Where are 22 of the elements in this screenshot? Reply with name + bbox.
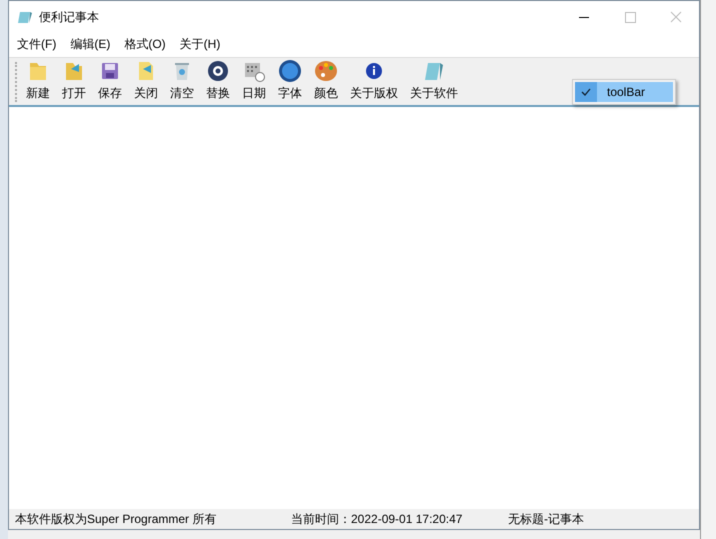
toolbar-button[interactable]: 关于软件 — [404, 59, 464, 105]
status-text: 无标题-记事本 — [508, 510, 584, 528]
window-title: 便利记事本 — [39, 8, 99, 26]
menu-item[interactable]: 格式(O) — [118, 36, 174, 52]
menu-item[interactable]: 文件(F) — [11, 36, 64, 52]
toolbar-button[interactable]: 替换 — [200, 59, 236, 105]
toolbar-button[interactable]: 保存 — [92, 59, 128, 105]
toolbar-button[interactable]: 颜色 — [308, 59, 344, 105]
palette-icon — [314, 59, 338, 83]
toolbar-button[interactable]: 关闭 — [128, 59, 164, 105]
menu-item[interactable]: 关于(H) — [174, 36, 228, 52]
app-icon — [17, 10, 33, 24]
toolbar-button[interactable]: 字体 — [272, 59, 308, 105]
toolbar-button[interactable]: 打开 — [56, 59, 92, 105]
menu-item[interactable]: 编辑(E) — [64, 36, 118, 52]
menu-item[interactable]: toolBar — [575, 82, 673, 102]
status-text: 当前时间：2022-09-01 17:20:47 — [291, 510, 464, 528]
toolbar-button[interactable]: 新建 — [20, 59, 56, 105]
toolbar-button[interactable]: 关于版权 — [344, 59, 404, 105]
toolbar-button[interactable]: 日期 — [236, 59, 272, 105]
status-text: 本软件版权为Super Programmer 所有 — [15, 510, 218, 528]
toolbar-button[interactable]: 清空 — [164, 59, 200, 105]
